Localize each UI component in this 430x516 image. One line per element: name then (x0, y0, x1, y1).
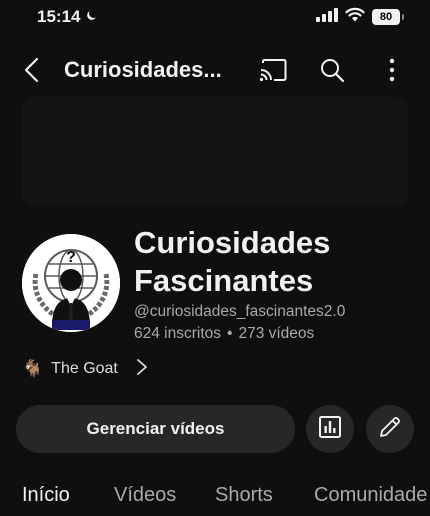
avatar-image: ? (22, 234, 120, 332)
tab-shorts[interactable]: Shorts (215, 484, 273, 507)
analytics-button[interactable] (306, 405, 354, 453)
manage-videos-button[interactable]: Gerenciar vídeos (16, 405, 295, 453)
status-icons: 80 (316, 7, 404, 27)
chevron-right-icon (136, 358, 148, 381)
cast-icon[interactable] (259, 56, 287, 84)
page-title: Curiosidades... (64, 57, 222, 82)
channel-name: Curiosidades Fascinantes (134, 225, 331, 298)
channel-tabs: Início Vídeos Shorts Comunidade (0, 480, 430, 516)
analytics-icon (318, 415, 342, 444)
channel-link-row[interactable]: 🐐 The Goat (22, 357, 148, 381)
video-count: 273 vídeos (238, 325, 315, 342)
search-icon[interactable] (318, 56, 346, 84)
edit-pencil-icon (378, 415, 402, 444)
channel-stats: 624 inscritos • 273 vídeos (134, 325, 314, 343)
channel-link-text: The Goat (51, 360, 118, 377)
svg-text:?: ? (66, 249, 76, 266)
wifi-icon (345, 7, 365, 27)
status-time: 15:14 (37, 7, 81, 26)
status-bar: 15:14 80 (0, 0, 430, 34)
status-time-group: 15:14 (37, 7, 98, 27)
goat-icon: 🐐 (22, 359, 44, 378)
more-vert-icon[interactable] (378, 56, 406, 84)
battery-icon: 80 (372, 9, 404, 25)
edit-channel-button[interactable] (366, 405, 414, 453)
tab-inicio[interactable]: Início (22, 484, 70, 507)
top-app-bar: Curiosidades... (0, 46, 430, 94)
stats-separator: • (227, 325, 233, 342)
subscriber-count: 624 inscritos (134, 325, 222, 342)
tab-videos[interactable]: Vídeos (114, 484, 176, 507)
back-icon[interactable] (18, 56, 46, 84)
signal-icon (316, 7, 338, 27)
moon-icon (85, 7, 98, 27)
channel-banner (22, 97, 408, 205)
tab-comunidade[interactable]: Comunidade (314, 484, 427, 507)
channel-handle: @curiosidades_fascinantes2.0 (134, 303, 346, 320)
channel-avatar[interactable]: ? (22, 234, 120, 332)
